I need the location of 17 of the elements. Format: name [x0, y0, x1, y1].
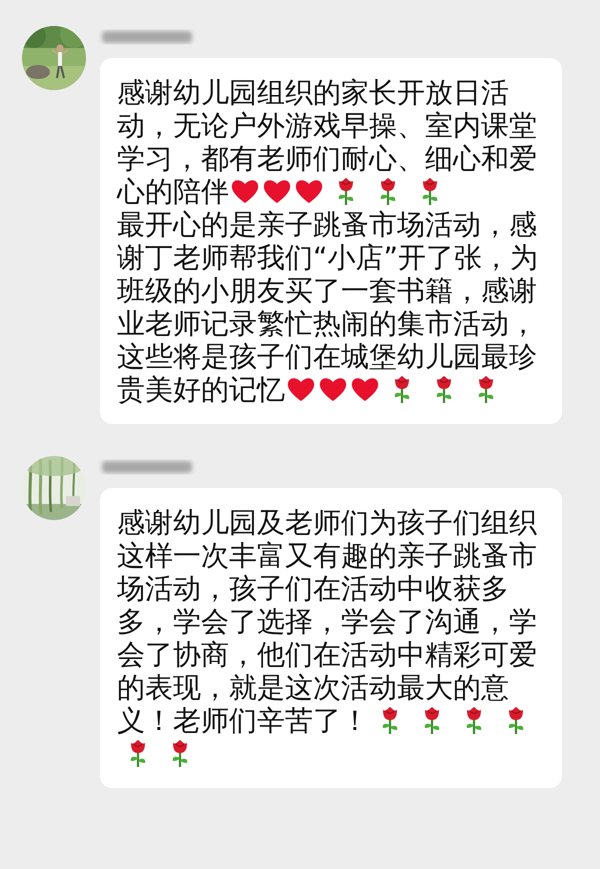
- message-text: 班级的小朋友买了一套书籍，感谢: [117, 274, 537, 307]
- message-text: 贵美好的记忆: [117, 373, 285, 406]
- message-text: 谢丁老师帮我们“小店”开了张，为: [117, 241, 538, 274]
- message-text: 这些将是孩子们在城堡幼儿园最珍: [117, 340, 537, 373]
- message-text: 业老师记录繁忙热闹的集市活动，: [117, 307, 537, 340]
- message-text: 的表现，就是这次活动最大的意: [117, 671, 509, 704]
- message-text: 这样一次丰富又有趣的亲子跳蚤市: [117, 539, 537, 572]
- message-text: 最开心的是亲子跳蚤市场活动，感: [117, 208, 537, 241]
- message-text: 感谢幼儿园组织的家长开放日活: [117, 76, 509, 109]
- message-text: 多，学会了选择，学会了沟通，学: [117, 605, 537, 638]
- message-text: 动，无论户外游戏早操、室内课堂: [117, 109, 537, 142]
- message-text: 义！老师们辛苦了！: [117, 704, 369, 737]
- message-text: 场活动，孩子们在活动中收获多: [117, 572, 509, 605]
- message-text: 心的陪伴: [117, 175, 229, 208]
- message-text: 学习，都有老师们耐心、细心和爱: [117, 142, 537, 175]
- message-text: 会了协商，他们在活动中精彩可爱: [117, 638, 537, 671]
- message-text: 感谢幼儿园及老师们为孩子们组织: [117, 506, 537, 539]
